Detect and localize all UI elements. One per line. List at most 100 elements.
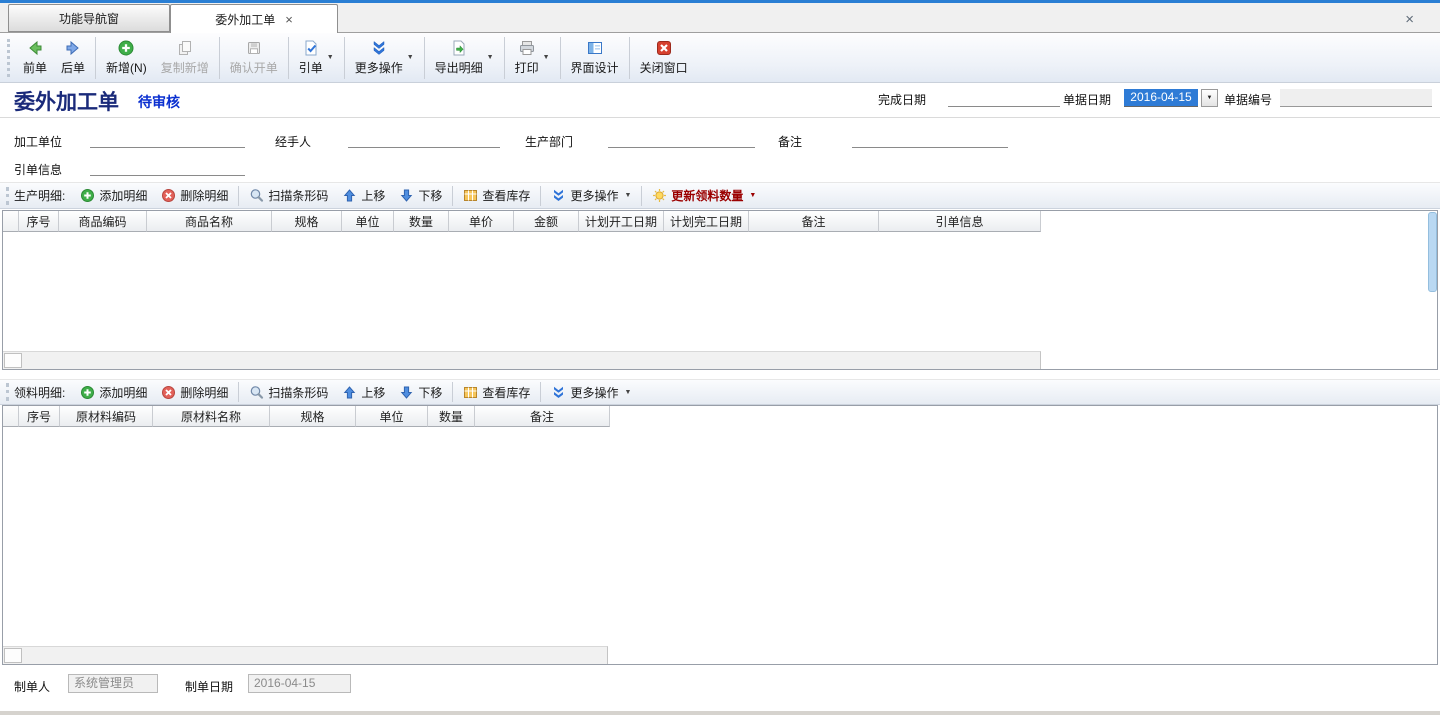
more-operations-button[interactable]: 更多操作 ▼ — [348, 36, 421, 79]
column-header[interactable]: 序号 — [19, 406, 60, 427]
arrow-down-icon — [399, 385, 414, 400]
column-header[interactable]: 数量 — [428, 406, 475, 427]
horizontal-scrollbar[interactable] — [3, 646, 608, 664]
more-operations-button[interactable]: 更多操作 ▼ — [544, 382, 638, 403]
move-up-button[interactable]: 上移 — [335, 382, 392, 403]
bill-no-label: 单据编号 — [1224, 91, 1272, 108]
column-header[interactable]: 单价 — [449, 211, 514, 232]
column-header[interactable]: 序号 — [19, 211, 59, 232]
tab-function-navigation[interactable]: 功能导航窗 — [8, 4, 170, 32]
toolbar-grip[interactable] — [6, 187, 9, 205]
main-toolbar: 前单 后单 新增(N) 复制新增 确认开单 — [0, 33, 1440, 83]
column-header[interactable]: 商品编码 — [59, 211, 147, 232]
column-header[interactable]: 规格 — [272, 211, 342, 232]
toolbar-separator — [344, 37, 345, 79]
toolbar-separator — [288, 37, 289, 79]
dropdown-caret-icon[interactable]: ▼ — [543, 54, 550, 61]
copy-new-button[interactable]: 复制新增 — [154, 36, 216, 79]
production-detail-grid: 序号 商品编码 商品名称 规格 单位 数量 单价 金额 计划开工日期 计划完工日… — [2, 210, 1438, 370]
interface-design-button[interactable]: 界面设计 — [564, 36, 626, 79]
reference-order-button[interactable]: 引单 ▼ — [292, 36, 341, 79]
column-header[interactable]: 备注 — [749, 211, 879, 232]
move-up-button[interactable]: 上移 — [335, 185, 392, 206]
column-header[interactable]: 计划开工日期 — [579, 211, 664, 232]
column-header[interactable]: 规格 — [270, 406, 356, 427]
new-button[interactable]: 新增(N) — [99, 36, 154, 79]
save-icon — [245, 39, 263, 57]
handler-field[interactable] — [348, 131, 500, 148]
toolbar-separator — [560, 37, 561, 79]
column-header[interactable]: 金额 — [514, 211, 579, 232]
column-header[interactable]: 原材料名称 — [153, 406, 270, 427]
remark-field[interactable] — [852, 131, 1008, 148]
scan-barcode-button[interactable]: 扫描条形码 — [242, 382, 335, 403]
dropdown-caret-icon[interactable]: ▼ — [407, 54, 414, 61]
finish-date-label: 完成日期 — [878, 91, 926, 108]
finish-date-field[interactable] — [948, 90, 1060, 107]
move-down-button[interactable]: 下移 — [392, 382, 449, 403]
production-dept-field[interactable] — [608, 131, 755, 148]
outsourced-processing-order-window: 功能导航窗 委外加工单 × × 前单 后单 新增(N) — [0, 0, 1440, 715]
delete-detail-button[interactable]: 删除明细 — [154, 185, 235, 206]
bill-no-field[interactable] — [1280, 89, 1432, 107]
close-red-icon — [655, 39, 673, 57]
scrollbar-thumb[interactable] — [4, 353, 22, 368]
update-material-qty-button[interactable]: 更新领料数量 ▼ — [645, 185, 763, 206]
delete-circle-icon — [161, 385, 176, 400]
toolbar-grip[interactable] — [7, 39, 10, 77]
confirm-create-button[interactable]: 确认开单 — [223, 36, 285, 79]
more-operations-button[interactable]: 更多操作 ▼ — [544, 185, 638, 206]
toolbar-separator — [238, 186, 239, 206]
column-header[interactable]: 商品名称 — [147, 211, 272, 232]
horizontal-scrollbar[interactable] — [3, 351, 1041, 369]
dropdown-caret-icon[interactable]: ▼ — [624, 192, 631, 199]
double-chevron-down-icon — [370, 39, 388, 57]
view-stock-button[interactable]: 查看库存 — [456, 185, 537, 206]
delete-detail-button[interactable]: 删除明细 — [154, 382, 235, 403]
next-order-button[interactable]: 后单 — [54, 36, 92, 79]
close-window-button[interactable]: 关闭窗口 — [633, 36, 695, 79]
bill-date-dropdown-button[interactable]: ▼ — [1201, 89, 1218, 107]
toolbar-separator — [452, 382, 453, 402]
window-close-icon[interactable]: × — [1405, 11, 1414, 28]
dropdown-caret-icon[interactable]: ▼ — [624, 389, 631, 396]
toolbar-separator — [540, 186, 541, 206]
row-indicator-cell — [3, 211, 19, 232]
dropdown-caret-icon[interactable]: ▼ — [327, 54, 334, 61]
ref-info-field[interactable] — [90, 159, 245, 176]
column-header[interactable]: 单位 — [342, 211, 394, 232]
add-detail-button[interactable]: 添加明细 — [73, 185, 154, 206]
magnifier-icon — [249, 385, 264, 400]
prev-order-button[interactable]: 前单 — [16, 36, 54, 79]
processing-unit-field[interactable] — [90, 131, 245, 148]
toolbar-grip[interactable] — [6, 383, 9, 401]
dropdown-caret-icon[interactable]: ▼ — [487, 54, 494, 61]
row-indicator-cell — [3, 406, 19, 427]
column-header[interactable]: 单位 — [356, 406, 428, 427]
production-grid-header: 序号 商品编码 商品名称 规格 单位 数量 单价 金额 计划开工日期 计划完工日… — [3, 211, 1437, 232]
column-header[interactable]: 备注 — [475, 406, 610, 427]
scrollbar-thumb[interactable] — [4, 648, 22, 663]
bill-date-field[interactable]: 2016-04-15 — [1124, 89, 1198, 107]
dropdown-caret-icon[interactable]: ▼ — [749, 192, 756, 199]
export-detail-button[interactable]: 导出明细 ▼ — [428, 36, 501, 79]
header-divider — [0, 117, 1440, 118]
column-header[interactable]: 原材料编码 — [60, 406, 153, 427]
copy-icon — [176, 39, 194, 57]
tab-close-icon[interactable]: × — [285, 13, 293, 26]
move-down-button[interactable]: 下移 — [392, 185, 449, 206]
column-header[interactable]: 计划完工日期 — [664, 211, 749, 232]
scan-barcode-button[interactable]: 扫描条形码 — [242, 185, 335, 206]
print-button[interactable]: 打印 ▼ — [508, 36, 557, 79]
tab-outsourced-processing-order[interactable]: 委外加工单 × — [170, 4, 338, 33]
column-header[interactable]: 数量 — [394, 211, 449, 232]
view-stock-button[interactable]: 查看库存 — [456, 382, 537, 403]
add-detail-button[interactable]: 添加明细 — [73, 382, 154, 403]
delete-circle-icon — [161, 188, 176, 203]
column-header[interactable]: 引单信息 — [879, 211, 1041, 232]
make-date-label: 制单日期 — [185, 678, 233, 695]
vertical-scrollbar-thumb[interactable] — [1428, 212, 1437, 292]
maker-label: 制单人 — [14, 678, 50, 695]
material-grid-header: 序号 原材料编码 原材料名称 规格 单位 数量 备注 — [3, 406, 1437, 427]
arrow-down-icon — [399, 188, 414, 203]
